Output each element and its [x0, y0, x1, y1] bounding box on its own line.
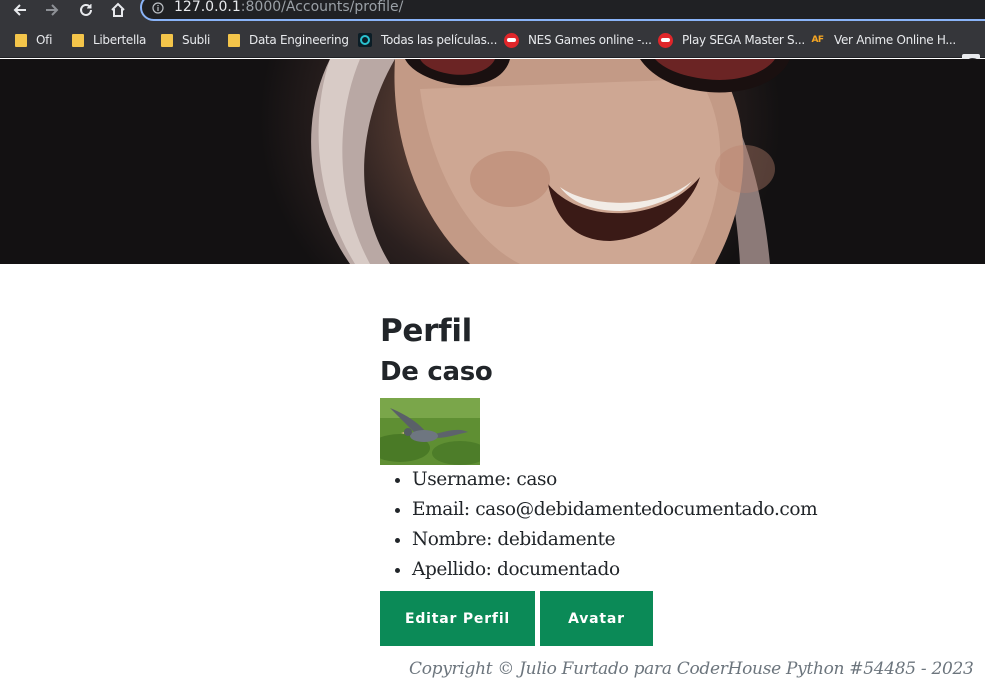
pigeon-photo: [380, 398, 480, 465]
back-arrow-icon: [13, 4, 26, 16]
bookmark-label: Ofi: [36, 33, 53, 47]
back-button[interactable]: [8, 0, 32, 20]
bookmark-label: Todas las películas...: [381, 33, 498, 47]
bookmark-anime[interactable]: AF Ver Anime Online H...: [810, 25, 956, 55]
folder-icon: [161, 33, 173, 47]
edit-profile-button[interactable]: Editar Perfil: [380, 591, 535, 646]
folder-icon: [72, 33, 84, 47]
home-icon: [111, 2, 125, 17]
profile-actions: Editar Perfil Avatar: [380, 591, 980, 646]
bookmark-label: Libertella: [93, 33, 147, 47]
bookmark-data-engineering[interactable]: Data Engineering: [228, 25, 349, 55]
bookmark-ofi[interactable]: Ofi: [15, 25, 52, 55]
forward-arrow-icon: [46, 4, 59, 16]
home-button[interactable]: [106, 0, 130, 20]
profile-subtitle: De caso: [380, 357, 493, 387]
profile-section: Perfil De caso Username: caso Email: cas…: [380, 310, 980, 646]
page-title: Perfil: [380, 313, 472, 349]
smiling-person-illustration: [311, 59, 790, 264]
address-bar[interactable]: 127.0.0.1:8000/Accounts/profile/: [140, 0, 985, 21]
browser-toolbar: 127.0.0.1:8000/Accounts/profile/: [0, 0, 985, 25]
bookmark-label: Ver Anime Online H...: [834, 33, 956, 47]
gamepad-icon: [504, 32, 519, 48]
folder-icon: [228, 33, 240, 47]
gamepad-icon: [658, 32, 673, 48]
bookmark-todas-las-peliculas[interactable]: Todas las películas...: [358, 25, 497, 55]
forward-button[interactable]: [40, 0, 64, 20]
footer-copyright: Copyright © Julio Furtado para CoderHous…: [409, 659, 974, 679]
username-item: Username: caso: [412, 465, 980, 495]
avatar: [380, 398, 480, 465]
profile-details-list: Username: caso Email: caso@debidamentedo…: [380, 465, 980, 585]
url-host: 127.0.0.1: [174, 0, 241, 15]
nombre-item: Nombre: debidamente: [412, 525, 980, 555]
bookmark-subli[interactable]: Subli: [161, 25, 210, 55]
animeflv-icon: AF: [811, 35, 824, 45]
reload-button[interactable]: [74, 0, 98, 20]
header-image: [0, 59, 985, 264]
folder-icon: [15, 33, 27, 47]
url-path: :8000/Accounts/profile/: [240, 0, 404, 15]
bookmark-label: Subli: [182, 33, 211, 47]
site-info-icon[interactable]: [152, 2, 164, 14]
url-text: 127.0.0.1:8000/Accounts/profile/: [174, 0, 403, 15]
email-item: Email: caso@debidamentedocumentado.com: [412, 495, 980, 525]
cine-site-icon: [358, 33, 372, 47]
bookmark-nes-games[interactable]: NES Games online -...: [504, 25, 652, 55]
avatar-button[interactable]: Avatar: [540, 591, 653, 646]
bookmark-libertella[interactable]: Libertella: [72, 25, 146, 55]
bookmark-sega-master[interactable]: Play SEGA Master S...: [658, 25, 805, 55]
bookmarks-bar: Ofi Libertella Subli Data Engineering To…: [0, 25, 985, 74]
apellido-item: Apellido: documentado: [412, 555, 980, 585]
reload-icon: [80, 3, 92, 16]
bookmark-label: NES Games online -...: [528, 33, 652, 47]
bookmark-label: Play SEGA Master S...: [682, 33, 805, 47]
bookmark-label: Data Engineering: [249, 33, 349, 47]
